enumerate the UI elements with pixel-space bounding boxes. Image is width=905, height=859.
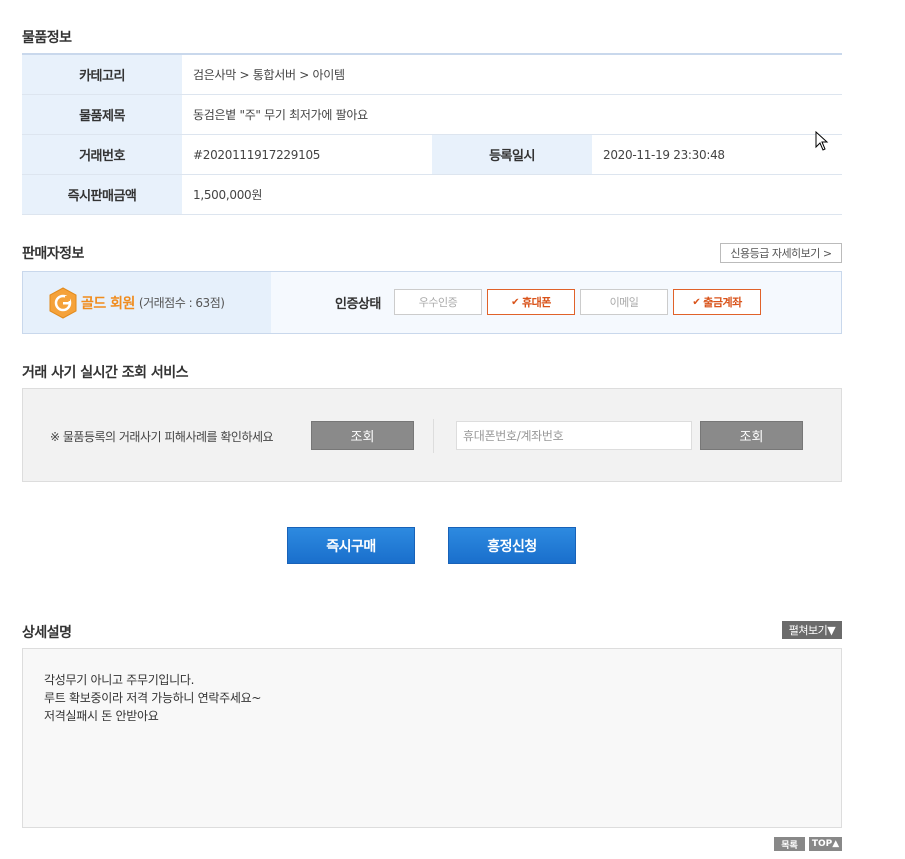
reg-date-value: 2020-11-19 23:30:48 [603,147,725,162]
top-button[interactable]: TOP▲ [809,837,842,851]
reg-date-label: 등록일시 [432,135,592,174]
table-row: 카테고리 검은사막 > 통합서버 > 아이템 [22,55,842,95]
auth-phone: ✔ 휴대폰 [487,289,575,315]
detail-line: 각성무기 아니고 주무기입니다. [44,673,195,687]
auth-email: 이메일 [580,289,668,315]
table-row: 물품제목 동검은볕 "주" 무기 최저가에 팔아요 [22,95,842,135]
gold-badge-icon [49,286,77,319]
expand-button[interactable]: 펼쳐보기▼ [782,621,842,639]
auth-excellent: 우수인증 [394,289,482,315]
item-title-label: 물품제목 [22,95,182,134]
price-value: 1,500,000원 [193,188,263,202]
check-icon: ✔ [511,296,519,308]
detail-line: 루트 확보중이라 저격 가능하니 연락주세요~ [44,691,262,705]
auth-email-label: 이메일 [609,296,639,309]
item-title-value: 동검은볕 "주" 무기 최저가에 팔아요 [193,108,368,122]
grade-text: 골드 회원 [81,295,135,312]
trade-no-label: 거래번호 [22,135,182,174]
buy-now-button[interactable]: 즉시구매 [287,527,415,564]
fraud-check-button-1[interactable]: 조회 [311,421,414,450]
detail-line: 저격실패시 돈 안받아요 [44,709,159,723]
category-label: 카테고리 [22,55,182,94]
detail-box: 각성무기 아니고 주무기입니다. 루트 확보중이라 저격 가능하니 연락주세요~… [22,648,842,828]
divider [433,419,434,453]
list-button[interactable]: 목록 [774,837,805,851]
auth-phone-label: 휴대폰 [522,296,551,309]
detail-title: 상세설명 [22,625,72,641]
fraud-check-title: 거래 사기 실시간 조회 서비스 [22,365,189,381]
auth-status-label: 인증상태 [335,297,381,312]
score-text: (거래점수 : 63점) [138,296,225,310]
check-icon: ✔ [692,296,701,308]
product-info-table: 카테고리 검은사막 > 통합서버 > 아이템 물품제목 동검은볕 "주" 무기 … [22,53,842,215]
credit-detail-button[interactable]: 신용등급 자세히보기 > [720,243,842,263]
product-info-title: 물품정보 [22,30,72,46]
table-row: 거래번호 #2020111917229105 등록일시 2020-11-19 2… [22,135,842,175]
seller-info-title: 판매자정보 [22,246,84,262]
fraud-check-box: ※ 물품등록의 거래사기 피해사례를 확인하세요 조회 휴대폰번호/계좌번호 조… [22,388,842,482]
price-label: 즉시판매금액 [22,175,182,214]
table-row: 즉시판매금액 1,500,000원 [22,175,842,215]
seller-box: 골드 회원 (거래점수 : 63점) 인증상태 우수인증 ✔ 휴대폰 이메일 ✔… [22,271,842,334]
seller-grade: 골드 회원 (거래점수 : 63점) [23,272,271,333]
auth-account: ✔ 출금계좌 [673,289,761,315]
trade-no-value: #2020111917229105 [193,147,321,162]
mouse-cursor-icon [815,131,829,151]
phone-account-input[interactable]: 휴대폰번호/계좌번호 [456,421,692,450]
auth-account-label: 출금계좌 [703,296,742,309]
fraud-check-button-2[interactable]: 조회 [700,421,803,450]
fraud-notice: ※ 물품등록의 거래사기 피해사례를 확인하세요 [50,430,274,444]
category-value: 검은사막 > 통합서버 > 아이템 [193,68,345,82]
negotiate-button[interactable]: 흥정신청 [448,527,576,564]
auth-excellent-label: 우수인증 [418,296,458,309]
